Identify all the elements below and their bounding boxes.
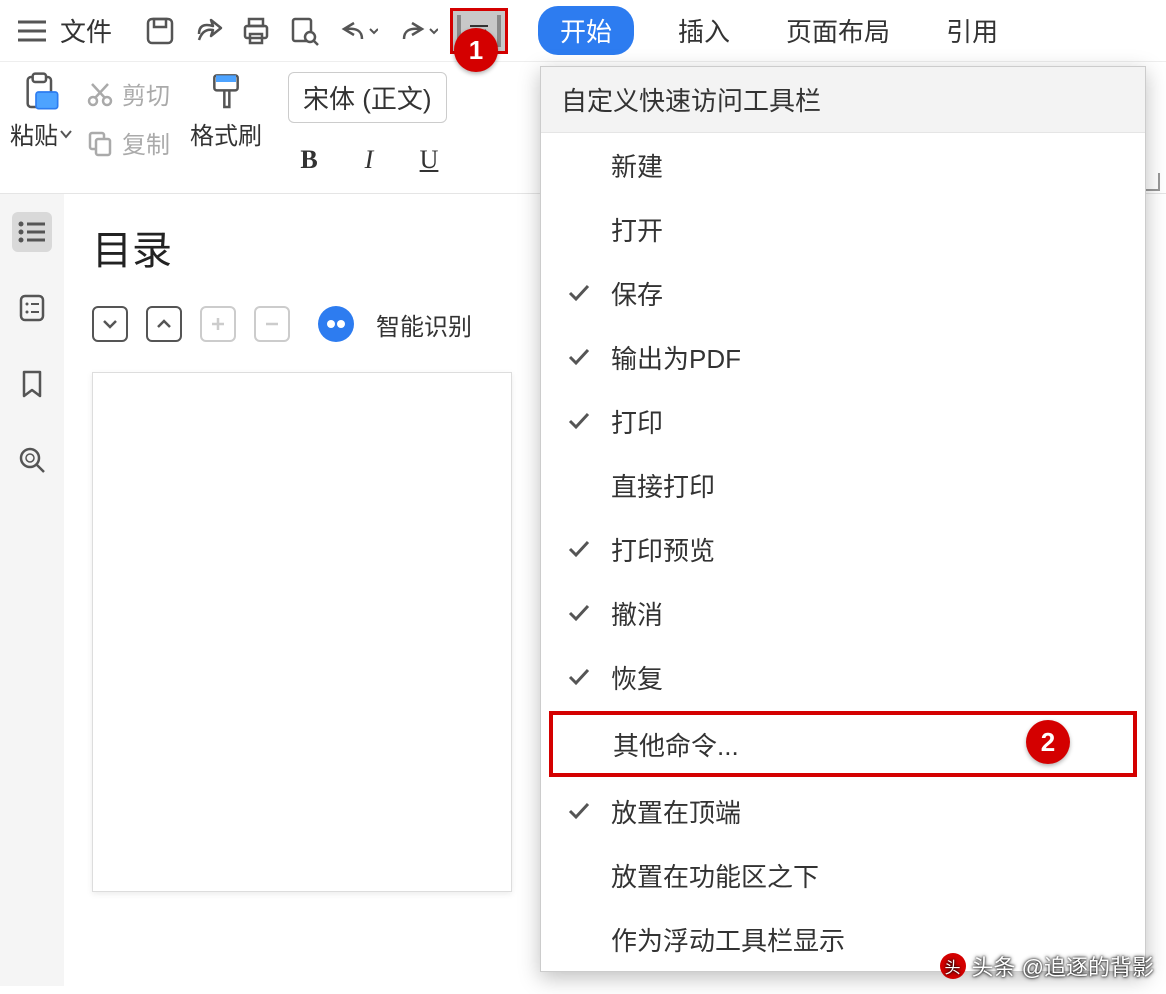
format-painter-label: 格式刷	[190, 116, 262, 151]
dropdown-item-label: 保存	[611, 275, 663, 312]
remove-button[interactable]	[254, 306, 290, 342]
paste-label: 粘贴	[10, 116, 72, 151]
undo-icon[interactable]	[330, 9, 386, 53]
dropdown-item-label: 打印	[611, 403, 663, 440]
ribbon-tabs: 开始 插入 页面布局 引用	[538, 6, 1010, 55]
underline-button[interactable]: U	[414, 145, 444, 175]
format-painter-group[interactable]: 格式刷	[190, 72, 262, 151]
dropdown-item-4[interactable]: 打印	[541, 389, 1145, 453]
italic-button[interactable]: I	[354, 145, 384, 175]
format-painter-icon	[198, 72, 254, 112]
customize-qat-menu: 自定义快速访问工具栏 新建打开保存输出为PDF 打印直接打印打印预览撤消恢复其他命…	[540, 66, 1146, 972]
copy-button[interactable]: 复制	[86, 125, 170, 160]
paste-label-text: 粘贴	[10, 116, 58, 151]
smart-detect-label[interactable]: 智能识别	[376, 307, 472, 342]
outline-view-icon[interactable]	[12, 212, 52, 252]
dropdown-item-label: 直接打印	[611, 467, 715, 504]
dropdown-item-label: 其他命令...	[613, 726, 739, 763]
clipboard-icon	[13, 72, 69, 112]
dropdown-item-6[interactable]: 打印预览	[541, 517, 1145, 581]
cut-button[interactable]: 剪切	[86, 76, 170, 111]
hamburger-menu-icon[interactable]	[10, 9, 54, 53]
dropdown-item-label: 放置在顶端	[611, 793, 741, 830]
font-name-value: 宋体 (正文)	[303, 79, 432, 116]
file-menu[interactable]: 文件	[60, 12, 112, 49]
font-group: 宋体 (正文) B I U	[288, 72, 447, 175]
expand-down-button[interactable]	[92, 306, 128, 342]
dropdown-item-7[interactable]: 撤消	[541, 581, 1145, 645]
save-icon[interactable]	[138, 9, 182, 53]
dropdown-item-label: 打印预览	[611, 531, 715, 568]
watermark-icon: 头	[940, 953, 966, 979]
dropdown-item-11[interactable]: 放置在功能区之下	[541, 843, 1145, 907]
tab-start[interactable]: 开始	[538, 6, 634, 55]
font-name-selector[interactable]: 宋体 (正文)	[288, 72, 447, 123]
add-button[interactable]	[200, 306, 236, 342]
dropdown-item-10[interactable]: 放置在顶端	[541, 779, 1145, 843]
check-icon	[565, 668, 593, 686]
check-icon	[565, 348, 593, 366]
check-icon	[565, 284, 593, 302]
dropdown-item-label: 作为浮动工具栏显示	[611, 921, 845, 958]
document-page	[92, 372, 512, 892]
cut-label: 剪切	[122, 76, 170, 111]
page-list-icon[interactable]	[12, 288, 52, 328]
find-replace-icon[interactable]	[12, 440, 52, 480]
scissors-icon	[86, 80, 114, 108]
copy-icon	[86, 129, 114, 157]
dropdown-item-8[interactable]: 恢复	[541, 645, 1145, 709]
dropdown-item-label: 撤消	[611, 595, 663, 632]
print-icon[interactable]	[234, 9, 278, 53]
dropdown-item-label: 放置在功能区之下	[611, 857, 819, 894]
smart-detect-icon[interactable]	[318, 306, 354, 342]
tab-reference[interactable]: 引用	[934, 6, 1010, 55]
dropdown-item-label: 打开	[611, 211, 663, 248]
tab-layout[interactable]: 页面布局	[774, 6, 902, 55]
share-icon[interactable]	[186, 9, 230, 53]
bookmark-icon[interactable]	[12, 364, 52, 404]
dropdown-item-label: 恢复	[611, 659, 663, 696]
dropdown-item-5[interactable]: 直接打印	[541, 453, 1145, 517]
left-rail	[0, 194, 64, 986]
dropdown-header: 自定义快速访问工具栏	[541, 67, 1145, 133]
check-icon	[565, 802, 593, 820]
tab-insert[interactable]: 插入	[666, 6, 742, 55]
paste-group[interactable]: 粘贴	[10, 72, 72, 151]
dropdown-item-1[interactable]: 打开	[541, 197, 1145, 261]
check-icon	[565, 412, 593, 430]
collapse-up-button[interactable]	[146, 306, 182, 342]
clipboard-mini-group: 剪切 复制	[86, 76, 170, 160]
dropdown-item-label: 新建	[611, 147, 663, 184]
menubar: 文件 开始 插入 页面布局 引用	[0, 0, 1166, 62]
redo-icon[interactable]	[390, 9, 446, 53]
dropdown-item-2[interactable]: 保存	[541, 261, 1145, 325]
check-icon	[565, 540, 593, 558]
dropdown-item-label: 输出为PDF	[611, 339, 741, 376]
callout-1: 1	[454, 28, 498, 72]
print-preview-icon[interactable]	[282, 9, 326, 53]
copy-label: 复制	[122, 125, 170, 160]
watermark: 头 头条 @追逐的背影	[940, 950, 1154, 982]
dropdown-item-0[interactable]: 新建	[541, 133, 1145, 197]
watermark-text: 头条 @追逐的背影	[972, 950, 1154, 982]
dropdown-item-3[interactable]: 输出为PDF	[541, 325, 1145, 389]
bold-button[interactable]: B	[294, 145, 324, 175]
callout-2: 2	[1026, 720, 1070, 764]
check-icon	[565, 604, 593, 622]
chevron-down-icon	[60, 129, 72, 139]
